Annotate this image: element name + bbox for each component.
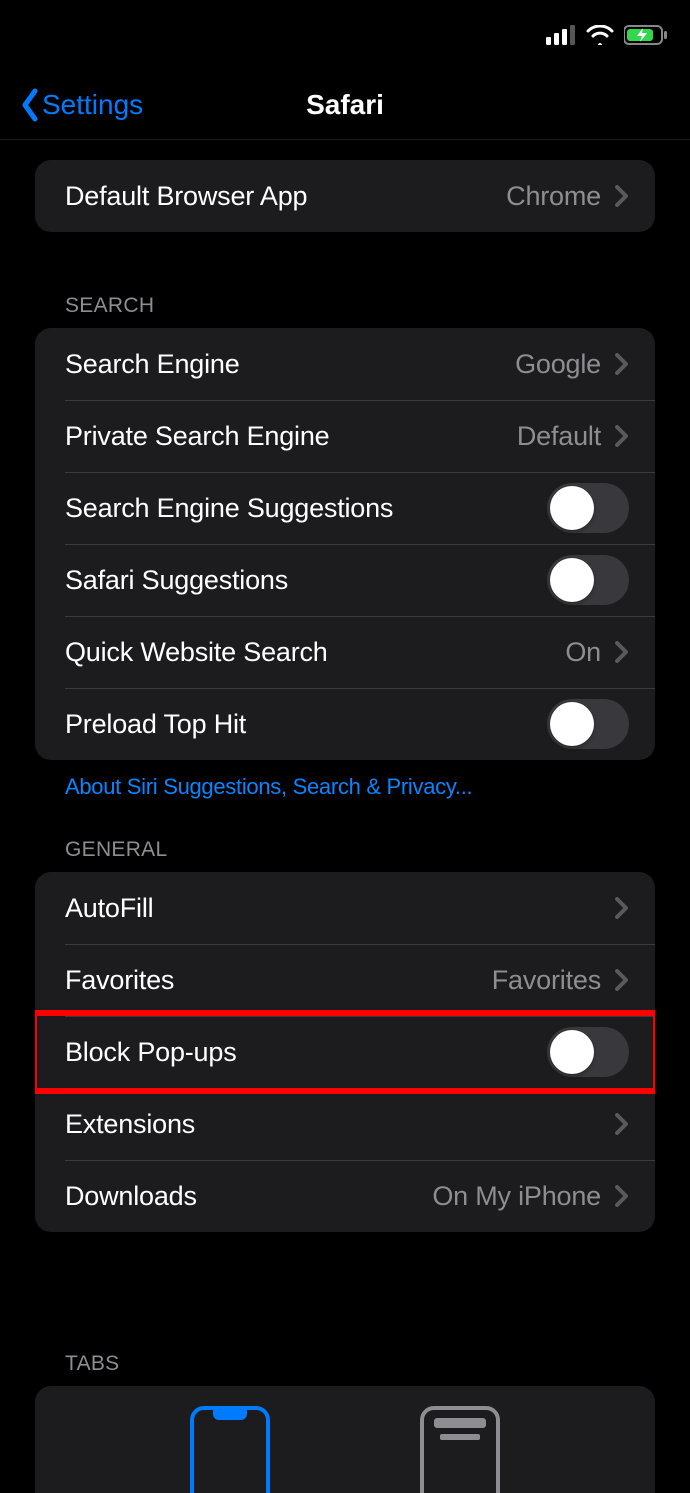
group-general: AutoFill Favorites Favorites Block Pop-u… — [35, 872, 655, 1232]
chevron-right-icon — [615, 185, 629, 207]
wifi-icon — [586, 25, 614, 45]
row-default-browser-app[interactable]: Default Browser App Chrome — [35, 160, 655, 232]
row-label: Private Search Engine — [65, 421, 517, 452]
toggle-block-pop-ups[interactable] — [547, 1027, 629, 1077]
row-label: Quick Website Search — [65, 637, 565, 668]
tab-bar-option-top[interactable] — [420, 1406, 500, 1493]
toggle-safari-suggestions[interactable] — [547, 555, 629, 605]
tabs-layout-picker[interactable] — [35, 1386, 655, 1493]
row-autofill[interactable]: AutoFill — [35, 872, 655, 944]
row-label: Default Browser App — [65, 181, 506, 212]
row-safari-suggestions[interactable]: Safari Suggestions — [35, 544, 655, 616]
page-title: Safari — [306, 89, 384, 121]
group-search: Search Engine Google Private Search Engi… — [35, 328, 655, 760]
section-header-search: Search — [35, 294, 655, 328]
row-label: Downloads — [65, 1181, 432, 1212]
section-header-general: General — [35, 838, 655, 872]
toggle-search-engine-suggestions[interactable] — [547, 483, 629, 533]
chevron-right-icon — [615, 425, 629, 447]
row-label: Favorites — [65, 965, 492, 996]
row-label: Search Engine Suggestions — [65, 493, 547, 524]
row-extensions[interactable]: Extensions — [35, 1088, 655, 1160]
nav-bar: Settings Safari — [0, 70, 690, 140]
row-block-pop-ups[interactable]: Block Pop-ups — [35, 1016, 655, 1088]
row-preload-top-hit[interactable]: Preload Top Hit — [35, 688, 655, 760]
chevron-right-icon — [615, 897, 629, 919]
row-value: On My iPhone — [432, 1181, 601, 1212]
chevron-right-icon — [615, 1185, 629, 1207]
row-value: Favorites — [492, 965, 601, 996]
back-label: Settings — [42, 89, 143, 121]
row-label: Extensions — [65, 1109, 609, 1140]
battery-charging-icon — [624, 25, 668, 45]
group-tabs — [35, 1386, 655, 1493]
row-search-engine[interactable]: Search Engine Google — [35, 328, 655, 400]
row-quick-website-search[interactable]: Quick Website Search On — [35, 616, 655, 688]
row-favorites[interactable]: Favorites Favorites — [35, 944, 655, 1016]
row-label: Safari Suggestions — [65, 565, 547, 596]
row-value: Google — [515, 349, 601, 380]
row-private-search-engine[interactable]: Private Search Engine Default — [35, 400, 655, 472]
chevron-right-icon — [615, 641, 629, 663]
row-value: On — [565, 637, 601, 668]
tab-bar-option-bottom[interactable] — [190, 1406, 270, 1493]
row-label: AutoFill — [65, 893, 609, 924]
toggle-preload-top-hit[interactable] — [547, 699, 629, 749]
row-value: Default — [517, 421, 601, 452]
status-bar — [0, 0, 690, 70]
row-value: Chrome — [506, 181, 601, 212]
row-label: Preload Top Hit — [65, 709, 547, 740]
row-label: Search Engine — [65, 349, 515, 380]
back-button[interactable]: Settings — [20, 88, 143, 122]
chevron-left-icon — [20, 88, 40, 122]
content: Default Browser App Chrome Search Search… — [0, 140, 690, 1493]
group-default-app: Default Browser App Chrome — [35, 160, 655, 232]
chevron-right-icon — [615, 1113, 629, 1135]
chevron-right-icon — [615, 353, 629, 375]
section-header-tabs: Tabs — [35, 1352, 655, 1386]
row-search-engine-suggestions[interactable]: Search Engine Suggestions — [35, 472, 655, 544]
chevron-right-icon — [615, 969, 629, 991]
link-about-siri-suggestions[interactable]: About Siri Suggestions, Search & Privacy… — [35, 760, 655, 800]
cellular-signal-icon — [546, 25, 576, 45]
row-downloads[interactable]: Downloads On My iPhone — [35, 1160, 655, 1232]
row-label: Block Pop-ups — [65, 1037, 547, 1068]
